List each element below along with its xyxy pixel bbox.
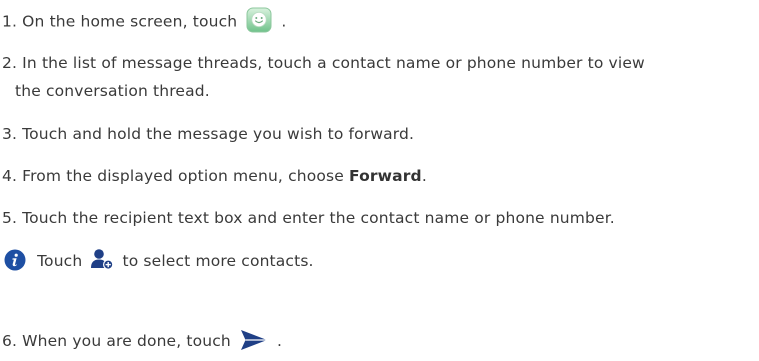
forward-option-label: Forward: [348, 167, 422, 185]
info-icon: [4, 249, 26, 271]
note-text-before: Touch: [37, 252, 83, 270]
step-2-text-line1: In the list of message threads, touch a …: [22, 54, 645, 72]
step-5-number: 5.: [2, 209, 18, 227]
step-4-end: .: [421, 167, 427, 185]
instruction-document: 1. On the home screen, touch . 2. In the…: [0, 0, 759, 361]
step-1-end: .: [281, 12, 287, 31]
step-3-text: Touch and hold the message you wish to f…: [22, 125, 415, 143]
step-4-text: From the displayed option menu, choose: [22, 167, 344, 185]
step-2-continuation: the conversation thread.: [15, 80, 210, 102]
step-4-number: 4.: [2, 167, 18, 185]
step-6-text: When you are done, touch: [22, 332, 231, 350]
step-1: 1. On the home screen, touch .: [2, 7, 287, 35]
step-5: 5. Touch the recipient text box and ente…: [2, 207, 615, 229]
step-2: 2. In the list of message threads, touch…: [2, 52, 645, 74]
step-2-text-line2: the conversation thread.: [15, 82, 210, 100]
step-3-number: 3.: [2, 125, 18, 143]
messaging-app-icon: [246, 7, 272, 33]
step-6: 6. When you are done, touch .: [2, 329, 283, 353]
step-6-end: .: [277, 332, 283, 350]
step-6-number: 6.: [2, 332, 18, 350]
step-3: 3. Touch and hold the message you wish t…: [2, 123, 414, 145]
step-1-number: 1.: [2, 12, 18, 31]
step-2-number: 2.: [2, 54, 18, 72]
step-5-text: Touch the recipient text box and enter t…: [22, 209, 615, 227]
note: Touch to select more contacts.: [4, 248, 314, 273]
step-4: 4. From the displayed option menu, choos…: [2, 165, 427, 187]
add-contact-icon: [90, 248, 114, 270]
send-icon: [240, 329, 268, 351]
step-1-text: On the home screen, touch: [22, 12, 238, 31]
note-text-after: to select more contacts.: [122, 252, 314, 270]
